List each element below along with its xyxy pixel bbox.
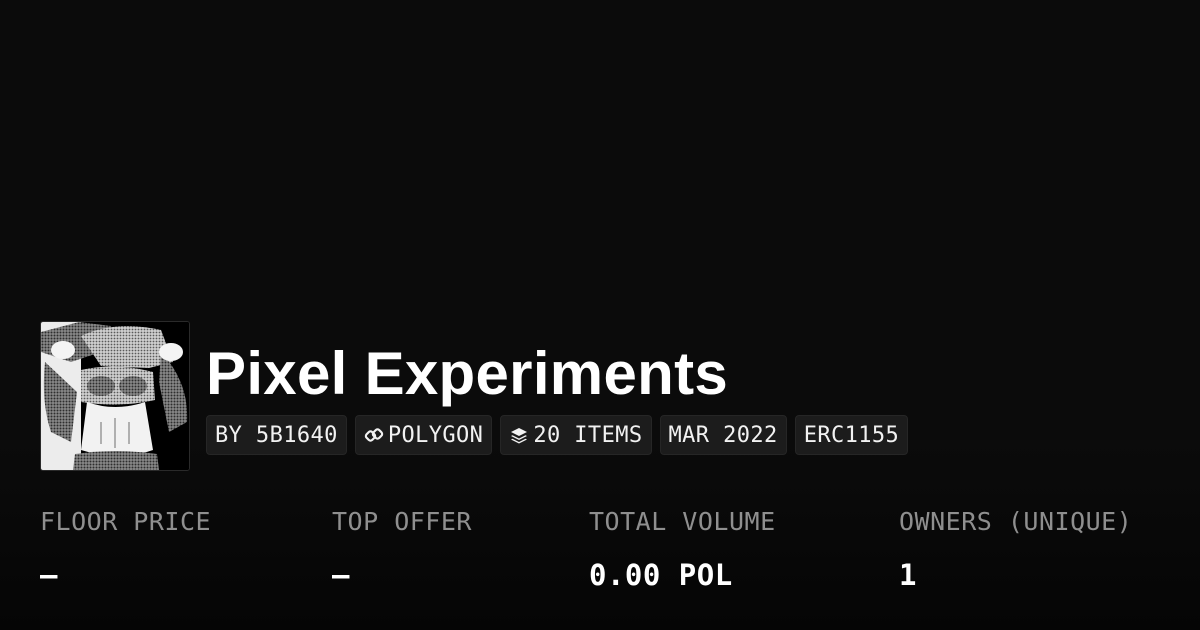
floor-price-label: FLOOR PRICE: [40, 507, 212, 536]
owners-value: 1: [899, 558, 917, 592]
items-tag-label: 20 ITEMS: [533, 422, 643, 448]
top-offer-label: TOP OFFER: [332, 507, 472, 536]
date-tag: MAR 2022: [659, 415, 787, 455]
owners-stat: OWNERS (UNIQUE) 1: [899, 506, 1132, 592]
items-tag[interactable]: 20 ITEMS: [500, 415, 652, 455]
floor-price-stat: FLOOR PRICE –: [40, 506, 211, 592]
creator-tag[interactable]: BY 5B1640: [206, 415, 347, 455]
creator-tag-label: BY 5B1640: [215, 422, 338, 448]
total-volume-stat: TOTAL VOLUME 0.00 POL: [589, 506, 776, 592]
collection-tags: BY 5B1640 POLYGON 20 ITEMS MAR 2022 ERC1…: [206, 415, 909, 455]
anime-figure-thumbnail: [41, 322, 189, 470]
total-volume-value: 0.00 POL: [589, 558, 733, 592]
chain-link-icon: [364, 425, 384, 445]
chain-tag-label: POLYGON: [387, 422, 484, 448]
chain-tag[interactable]: POLYGON: [354, 415, 493, 455]
top-offer-stat: TOP OFFER –: [332, 506, 472, 592]
owners-label: OWNERS (UNIQUE): [899, 507, 1133, 536]
date-tag-label: MAR 2022: [668, 422, 778, 448]
collection-title: Pixel Experiments: [206, 340, 729, 407]
floor-price-value: –: [40, 558, 58, 592]
top-offer-value: –: [332, 558, 350, 592]
standard-tag: ERC1155: [794, 415, 909, 455]
standard-tag-label: ERC1155: [803, 422, 900, 448]
layers-icon: [509, 425, 529, 445]
collection-image: [40, 321, 190, 471]
total-volume-label: TOTAL VOLUME: [589, 507, 776, 536]
